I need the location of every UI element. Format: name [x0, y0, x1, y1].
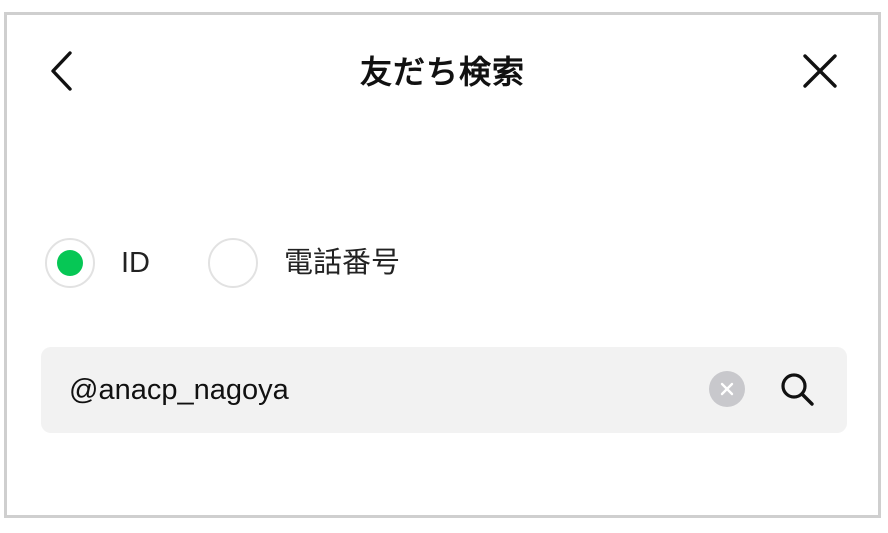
- close-icon: [803, 54, 837, 88]
- radio-button-phone[interactable]: [208, 238, 258, 288]
- friend-search-dialog: 友だち検索 ID 電話番号 @anacp_nagoya: [4, 12, 881, 518]
- search-input-value[interactable]: @anacp_nagoya: [69, 370, 289, 410]
- clear-icon: [720, 382, 734, 396]
- header: 友だち検索: [7, 15, 878, 125]
- radio-label-phone: 電話番号: [284, 247, 401, 279]
- radio-unselected-dot: [220, 250, 246, 276]
- search-field[interactable]: @anacp_nagoya: [41, 347, 847, 433]
- search-icon: [781, 373, 814, 406]
- search-button[interactable]: [775, 367, 819, 411]
- search-type-selector: ID 電話番号: [45, 235, 458, 291]
- radio-selected-dot: [57, 250, 83, 276]
- radio-label-id: ID: [121, 247, 150, 279]
- close-button[interactable]: [798, 49, 842, 93]
- page-title: 友だち検索: [359, 53, 525, 91]
- radio-option-phone[interactable]: 電話番号: [208, 238, 400, 288]
- clear-button[interactable]: [709, 371, 745, 407]
- radio-option-id[interactable]: ID: [45, 238, 150, 288]
- radio-button-id[interactable]: [45, 238, 95, 288]
